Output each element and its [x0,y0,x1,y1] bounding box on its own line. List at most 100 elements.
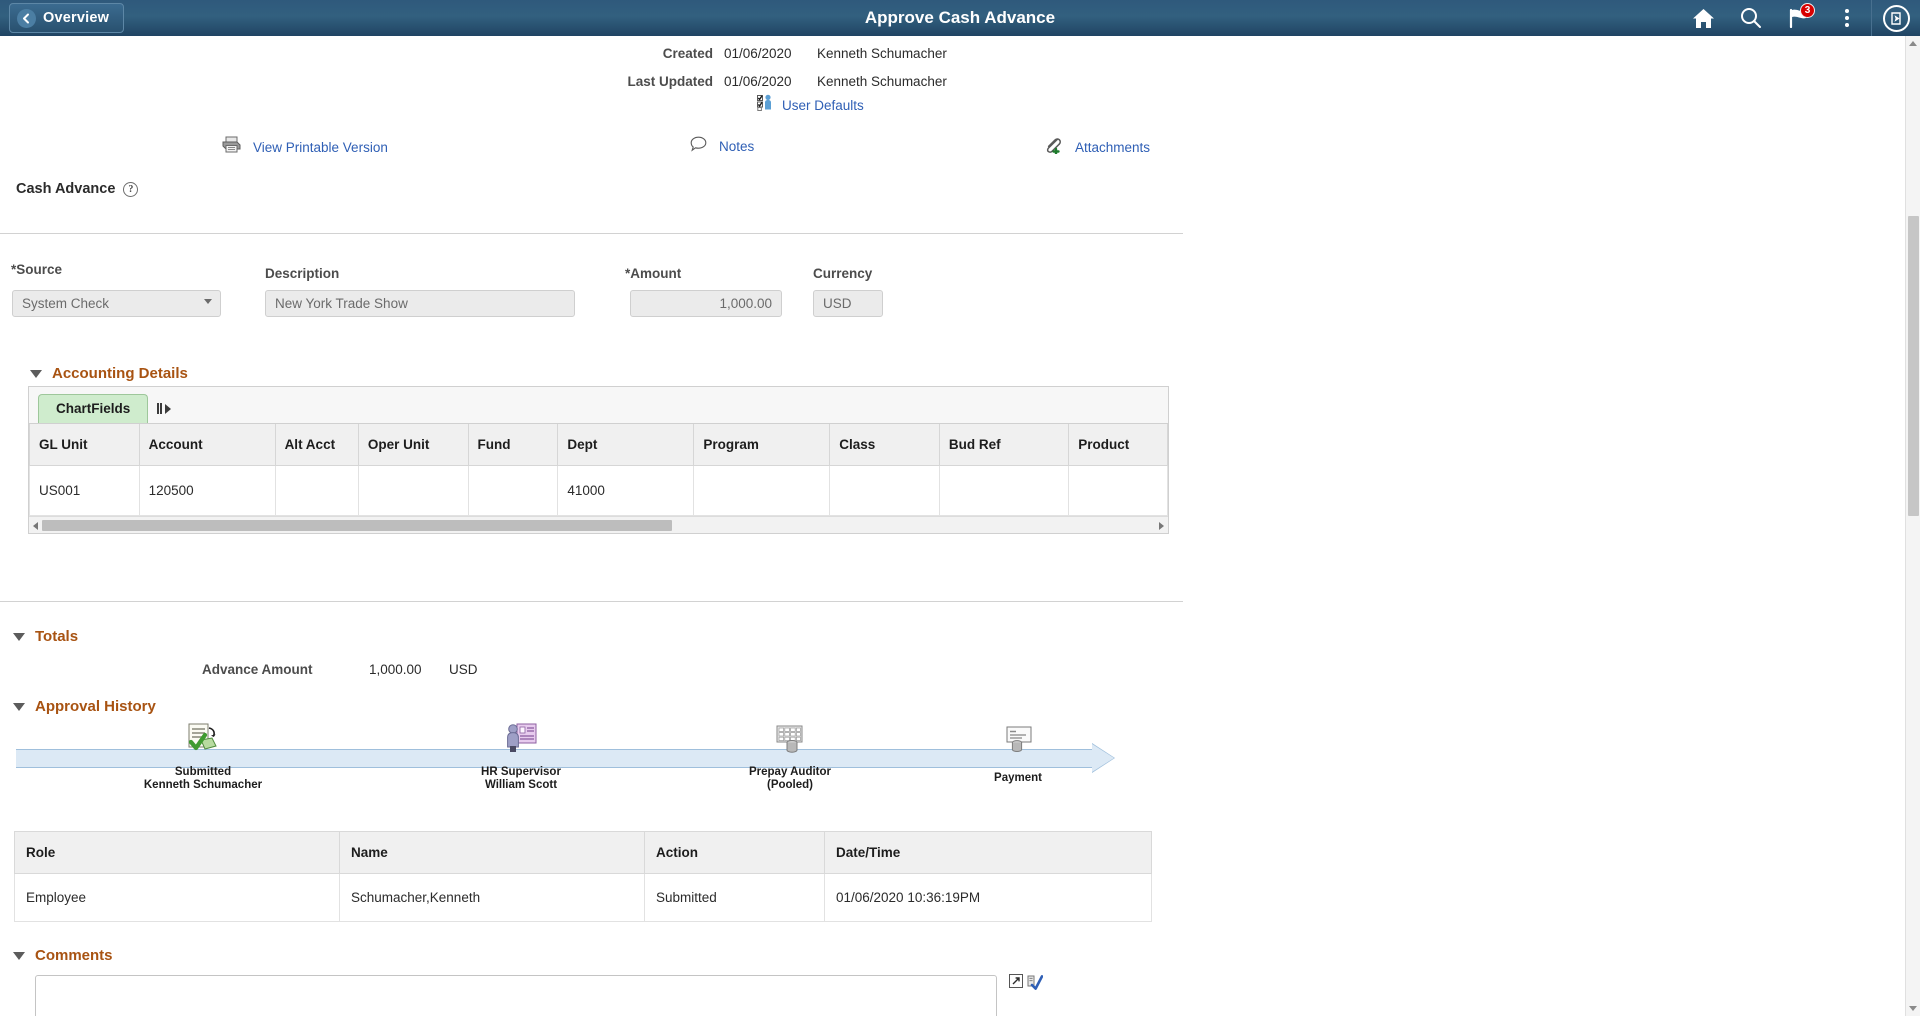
last-updated-date: 01/06/2020 [724,74,817,89]
attachments-item[interactable]: Attachments [1043,136,1150,159]
spell-check-icon[interactable] [1026,973,1043,995]
workflow-step-submitted[interactable]: Submitted Kenneth Schumacher [108,722,298,792]
last-updated-label: Last Updated [565,74,713,89]
expand-text-icon[interactable] [1008,973,1024,994]
column-header-date-time: Date/Time [825,832,1152,874]
table-cell: 41000 [558,465,694,515]
collapse-triangle-icon[interactable] [13,952,25,960]
notification-count-badge: 3 [1800,3,1815,18]
currency-label: Currency [813,266,872,281]
table-cell [939,465,1068,515]
column-header-class: Class [830,424,940,465]
created-row: Created 01/06/2020 Kenneth Schumacher [565,46,947,61]
workflow-step-payment[interactable]: Payment [923,722,1113,785]
notes-speech-bubble-icon [690,136,707,157]
page-body: Created 01/06/2020 Kenneth Schumacher La… [0,36,1920,1016]
table-row[interactable]: US00112050041000 [30,465,1168,515]
workflow-step-label: Submitted Kenneth Schumacher [108,766,298,792]
amount-label: *Amount [625,266,681,281]
workflow-step-label: Prepay Auditor (Pooled) [695,766,885,792]
divider-top [0,233,1183,234]
attachments-link[interactable]: Attachments [1075,140,1150,155]
source-select[interactable]: System Check [12,290,221,317]
amount-input[interactable] [630,290,782,317]
comments-icon-group [1008,973,1043,995]
column-header-product: Product [1069,424,1168,465]
home-icon[interactable] [1679,0,1727,36]
horizontal-scrollbar[interactable] [29,516,1168,533]
table-body: US00112050041000 [30,465,1168,515]
chevron-left-icon [17,9,36,28]
accounting-details-header[interactable]: Accounting Details [30,365,188,382]
totals-header[interactable]: Totals [13,628,78,645]
hr-supervisor-person-icon [426,722,616,755]
advance-amount-value: 1,000.00 [369,662,422,677]
vertical-scrollbar[interactable] [1905,36,1920,1016]
expand-columns-icon[interactable] [157,403,171,423]
description-input[interactable] [265,290,575,317]
table-header-row: RoleNameActionDate/Time [15,832,1152,874]
view-printable-version-item[interactable]: View Printable Version [222,136,388,158]
view-printable-version-link[interactable]: View Printable Version [253,140,388,155]
workflow-step-hr-supervisor[interactable]: HR Supervisor William Scott [426,722,616,792]
table-cell: 01/06/2020 10:36:19PM [825,874,1152,922]
source-label: *Source [11,262,62,277]
table-cell: US001 [30,465,140,515]
payment-check-icon [923,722,1113,755]
table-cell [830,465,940,515]
notifications-flag-icon[interactable]: 3 [1775,0,1823,36]
collapse-triangle-icon[interactable] [13,633,25,641]
column-header-oper-unit: Oper Unit [358,424,468,465]
content-area: Created 01/06/2020 Kenneth Schumacher La… [0,36,1900,148]
header-icon-bar: 3 [1679,0,1920,36]
comments-title: Comments [35,947,113,964]
collapse-triangle-icon[interactable] [13,703,25,711]
tab-chartfields[interactable]: ChartFields [38,394,148,423]
comments-header[interactable]: Comments [13,947,113,964]
currency-input[interactable] [813,290,883,317]
workflow-step-prepay-auditor[interactable]: Prepay Auditor (Pooled) [695,722,885,792]
vertical-scrollbar-thumb[interactable] [1908,216,1919,516]
back-to-overview-button[interactable]: Overview [9,3,124,33]
search-icon[interactable] [1727,0,1775,36]
scroll-left-arrow-icon[interactable] [33,522,38,530]
table-cell: Schumacher,Kenneth [340,874,645,922]
table-header-row: GL UnitAccountAlt AcctOper UnitFundDeptP… [30,424,1168,465]
scrollbar-thumb[interactable] [42,520,672,531]
approval-history-header[interactable]: Approval History [13,698,156,715]
created-date: 01/06/2020 [724,46,817,61]
comments-textarea[interactable] [35,975,997,1016]
created-by: Kenneth Schumacher [817,46,947,61]
page-title: Approve Cash Advance [0,8,1920,28]
notes-item[interactable]: Notes [690,136,754,157]
table-cell: Employee [15,874,340,922]
chartfields-table: GL UnitAccountAlt AcctOper UnitFundDeptP… [29,424,1168,516]
table-body: EmployeeSchumacher,KennethSubmitted01/06… [15,874,1152,922]
table-cell [1069,465,1168,515]
help-icon[interactable]: ? [123,182,138,197]
column-header-bud-ref: Bud Ref [939,424,1068,465]
column-header-dept: Dept [558,424,694,465]
table-cell [275,465,358,515]
approval-workflow-chain: Submitted Kenneth Schumacher [0,726,1160,806]
table-cell: Submitted [645,874,825,922]
submitted-document-icon [108,722,298,755]
advance-amount-label: Advance Amount [202,662,313,677]
scroll-up-arrow-icon[interactable] [1909,41,1917,46]
grid-tab-bar: ChartFields [29,387,1168,424]
last-updated-row: Last Updated 01/06/2020 Kenneth Schumach… [565,74,947,89]
scroll-right-arrow-icon[interactable] [1159,522,1164,530]
source-select-wrapper[interactable]: System Check [12,290,221,317]
collapse-triangle-icon[interactable] [30,370,42,378]
created-label: Created [565,46,713,61]
divider-middle [0,601,1183,602]
table-cell [358,465,468,515]
table-row[interactable]: EmployeeSchumacher,KennethSubmitted01/06… [15,874,1152,922]
description-label: Description [265,266,339,281]
scroll-down-arrow-icon[interactable] [1909,1006,1917,1011]
workflow-step-label: Payment [923,772,1113,785]
navbar-compass-icon[interactable] [1872,0,1920,36]
notes-link[interactable]: Notes [719,139,754,154]
actions-kebab-menu-icon[interactable] [1823,0,1871,36]
column-header-account: Account [139,424,275,465]
